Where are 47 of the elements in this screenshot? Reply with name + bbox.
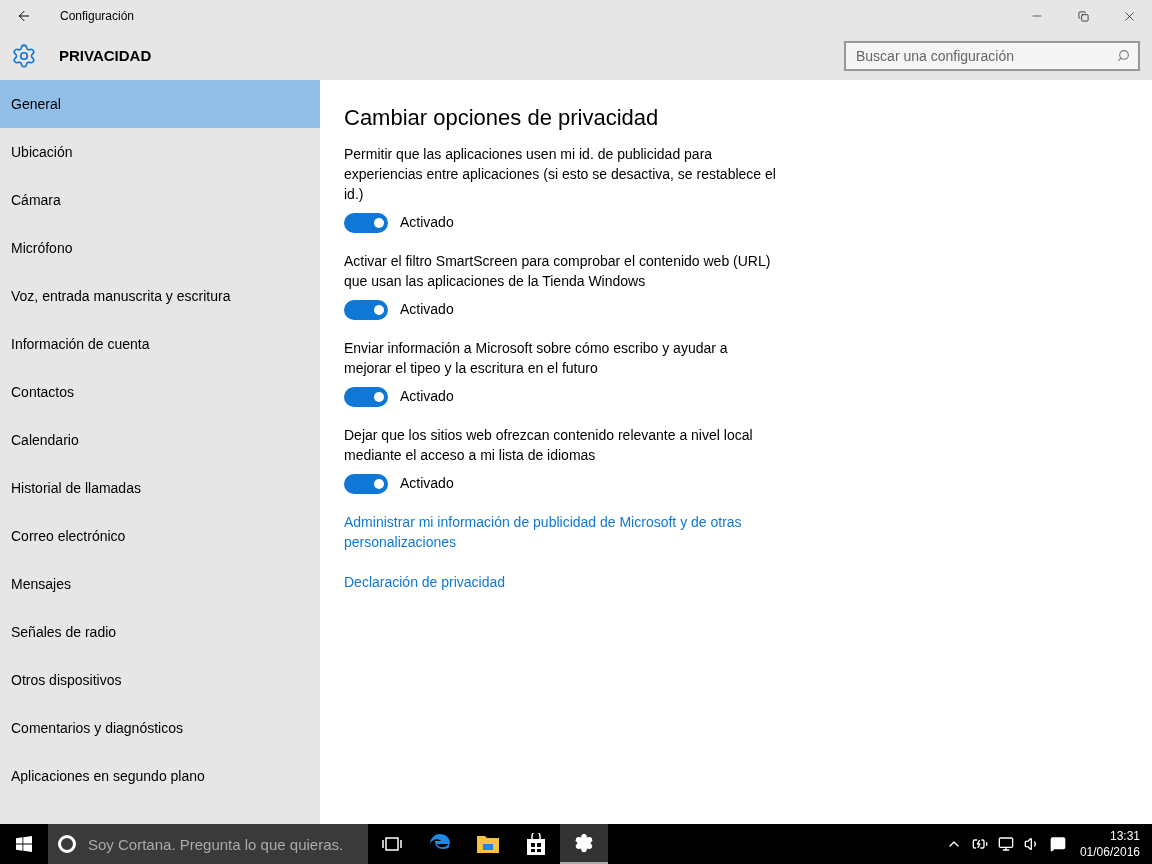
section-heading: Cambiar opciones de privacidad [344,104,660,132]
setting-description: Dejar que los sitios web ofrezcan contenido relevante a nivel local mediante el acceso a mi lista de idiomas [344,426,754,465]
sidebar-item[interactable]: Calendario [0,416,320,464]
sidebar-item[interactable]: Cámara [0,176,320,224]
toggle-state: Activado [400,300,454,319]
windows-icon [16,836,32,852]
cortana-icon [58,835,76,853]
toggle-switch[interactable] [344,299,388,320]
restore-icon [1077,10,1089,22]
sidebar-item[interactable]: Contactos [0,368,320,416]
sidebar-item[interactable]: Comentarios y diagnósticos [0,704,320,752]
link[interactable]: Administrar mi información de publicidad de Microsoft y de otras personalizaciones [344,512,784,552]
toggle-state: Activado [400,387,454,406]
folder-icon [477,835,499,853]
sidebar-item[interactable]: General [0,80,320,128]
sidebar-item[interactable]: Micrófono [0,224,320,272]
sidebar-item[interactable]: Historial de llamadas [0,464,320,512]
sidebar-item[interactable]: Aplicaciones en segundo plano [0,752,320,800]
sidebar-item[interactable]: Información de cuenta [0,320,320,368]
toggle-state: Activado [400,474,454,493]
setting-description: Activar el filtro SmartScreen para comprobar el contenido web (URL) que usan las aplicaciones de la Tienda Windows [344,252,772,291]
settings-app-button[interactable] [560,824,608,864]
shopping-bag-icon [526,833,546,855]
clock-time: 13:31 [1109,828,1140,844]
toggle-switch[interactable] [344,473,388,494]
sidebar-item[interactable]: Mensajes [0,560,320,608]
sidebar-item[interactable]: Correo electrónico [0,512,320,560]
toggle-switch[interactable] [344,386,388,407]
clock-date: 01/06/2016 [1079,844,1140,860]
battery-icon[interactable] [971,836,988,852]
search-field[interactable]: Buscar una configuración [844,41,1140,71]
task-view-icon [382,837,402,851]
sidebar-item[interactable]: Señales de radio [0,608,320,656]
sidebar-item[interactable]: Otros dispositivos [0,656,320,704]
link[interactable]: Declaración de privacidad [344,572,784,592]
sidebar-item[interactable]: Voz, entrada manuscrita y escritura [0,272,320,320]
search-icon [1117,49,1130,62]
window-title: Configuración [60,8,135,25]
clock[interactable]: 13:31 01/06/2016 [1079,828,1140,860]
toggle-switch[interactable] [344,212,388,233]
setting-description: Permitir que las aplicaciones usen mi id. de publicidad para experiencias entre aplicaciones (si esto se desactiva, se restablece el id.) [344,145,776,204]
setting-description: Enviar información a Microsoft sobre cómo escribo y ayudar a mejorar el tipeo y la escritura en el futuro [344,339,729,378]
back-icon [16,8,32,24]
page-title: PRIVACIDAD [59,45,152,66]
cortana-search-field[interactable]: Soy Cortana. Pregunta lo que quieras. [48,824,368,864]
sidebar-item[interactable]: Ubicación [0,128,320,176]
toggle-state: Activado [400,213,454,232]
